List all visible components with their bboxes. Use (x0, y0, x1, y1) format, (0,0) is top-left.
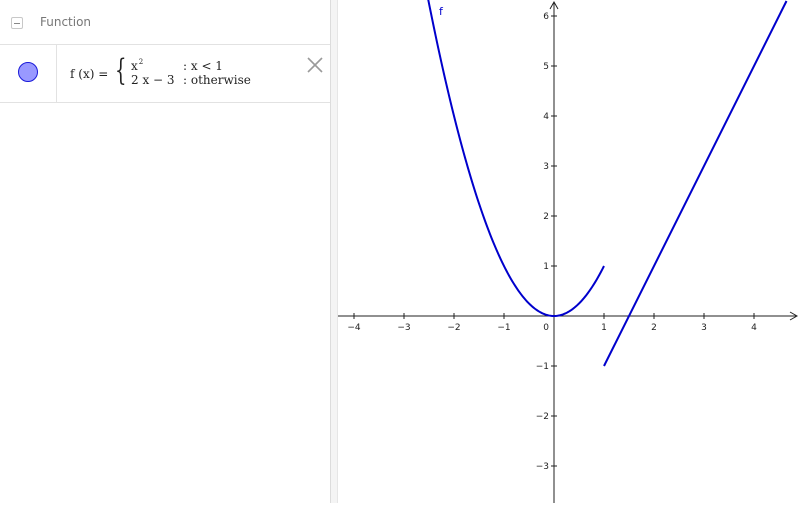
axis-ticks: −4 −3 −2 −1 1 2 3 4 −3 −2 −1 1 2 3 4 5 6 0 (347, 12, 757, 472)
origin-label: 0 (543, 323, 549, 333)
visibility-marble-icon[interactable] (18, 62, 38, 82)
x-tick-label: −2 (447, 323, 460, 333)
graphics-view[interactable]: −4 −3 −2 −1 1 2 3 4 −3 −2 −1 1 2 3 4 5 6 0 f (338, 0, 800, 503)
y-tick-label: 3 (543, 162, 549, 172)
x-tick-label: −3 (397, 323, 410, 333)
function-label: f (439, 5, 444, 18)
x-tick-label: 2 (651, 323, 657, 333)
x-tick-label: 4 (751, 323, 757, 333)
group-title: Function (40, 15, 92, 29)
piecewise-brace-icon: { (115, 53, 127, 88)
case2-condition: : otherwise (183, 73, 251, 87)
y-tick-label: −2 (536, 412, 549, 422)
y-tick-label: −1 (536, 362, 549, 372)
axes (338, 0, 799, 503)
view-divider[interactable] (330, 0, 338, 503)
y-tick-label: −3 (536, 462, 549, 472)
y-tick-label: 5 (543, 62, 549, 72)
y-tick-label: 1 (543, 262, 549, 272)
case1-expression: x2 (131, 58, 144, 73)
function-graph-x-squared[interactable] (427, 0, 605, 318)
x-tick-label: −4 (347, 323, 361, 333)
algebra-view: Function f (x) = { x2 : x < 1 2 x − 3 : … (0, 0, 330, 503)
delete-icon[interactable] (306, 56, 324, 74)
visibility-toggle-cell[interactable] (0, 45, 57, 102)
y-tick-label: 4 (543, 112, 549, 122)
y-tick-label: 2 (543, 212, 549, 222)
function-name: f (x) = (70, 67, 109, 81)
algebra-item-f[interactable]: f (x) = { x2 : x < 1 2 x − 3 : otherwise (0, 45, 330, 103)
x-tick-label: 3 (701, 323, 707, 333)
case1-condition: : x < 1 (183, 59, 223, 73)
x-tick-label: −1 (497, 323, 510, 333)
x-tick-label: 1 (601, 323, 607, 333)
collapse-icon[interactable] (11, 17, 23, 29)
function-group-header: Function (0, 0, 330, 45)
y-tick-label: 6 (543, 12, 549, 22)
function-graph-linear[interactable] (603, 0, 788, 367)
case2-expression: 2 x − 3 (131, 73, 175, 87)
graph-canvas[interactable]: −4 −3 −2 −1 1 2 3 4 −3 −2 −1 1 2 3 4 5 6 0 f (338, 0, 800, 503)
